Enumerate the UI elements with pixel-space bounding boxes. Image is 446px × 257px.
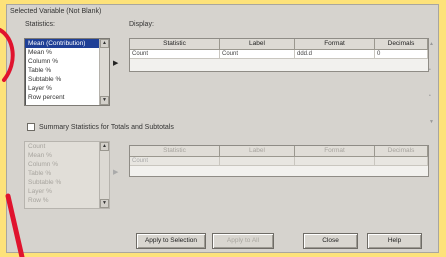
column-header[interactable]: Format xyxy=(295,39,375,50)
column-header[interactable]: Decimals xyxy=(375,146,428,157)
table-cell[interactable]: 0 xyxy=(375,50,428,59)
display-label: Display: xyxy=(129,21,154,28)
column-header[interactable]: Label xyxy=(220,39,295,50)
help-button[interactable]: Help xyxy=(367,233,422,249)
apply-button[interactable]: Apply to Selection xyxy=(136,233,206,249)
list-scrollbar[interactable]: ▲ ▼ xyxy=(99,39,109,105)
column-header[interactable]: Format xyxy=(295,146,375,157)
column-header[interactable]: Decimals xyxy=(375,39,428,50)
annotation-arc xyxy=(0,28,25,257)
list-scrollbar[interactable]: ▲ ▼ xyxy=(99,142,109,208)
display-grid[interactable]: Statistic Label Format Decimals Count Co… xyxy=(129,38,429,72)
column-header[interactable]: Statistic xyxy=(130,39,220,50)
apply-all-button[interactable]: Apply to All xyxy=(212,233,274,249)
summary-option-label: Summary Statistics for Totals and Subtot… xyxy=(39,124,174,131)
summary-grid[interactable]: Statistic Label Format Decimals Count xyxy=(129,145,429,177)
scroll-up-icon[interactable]: ▲ xyxy=(100,142,109,151)
scroll-down-icon[interactable]: ▼ xyxy=(100,96,109,105)
close-button[interactable]: Close xyxy=(303,233,358,249)
table-cell[interactable]: ddd.d xyxy=(295,50,375,59)
column-header[interactable]: Label xyxy=(220,146,295,157)
dialog: Selected Variable (Not Blank) Statistics… xyxy=(6,4,439,253)
move-right-icon[interactable]: ▶ xyxy=(113,59,118,67)
scroll-up-icon[interactable]: ▲ xyxy=(100,39,109,48)
table-cell[interactable]: Count xyxy=(130,50,220,59)
column-header[interactable]: Statistic xyxy=(130,146,220,157)
table-cell[interactable]: Count xyxy=(130,157,220,166)
scroll-down-icon[interactable]: ▼ xyxy=(100,199,109,208)
right-scroll-track: ▲ • • ▼ xyxy=(429,41,434,125)
table-cell[interactable]: Count xyxy=(220,50,295,59)
table-cell[interactable] xyxy=(220,157,295,166)
table-cell[interactable] xyxy=(295,157,375,166)
table-cell[interactable] xyxy=(375,157,428,166)
move-right-icon[interactable]: ▶ xyxy=(113,168,118,176)
